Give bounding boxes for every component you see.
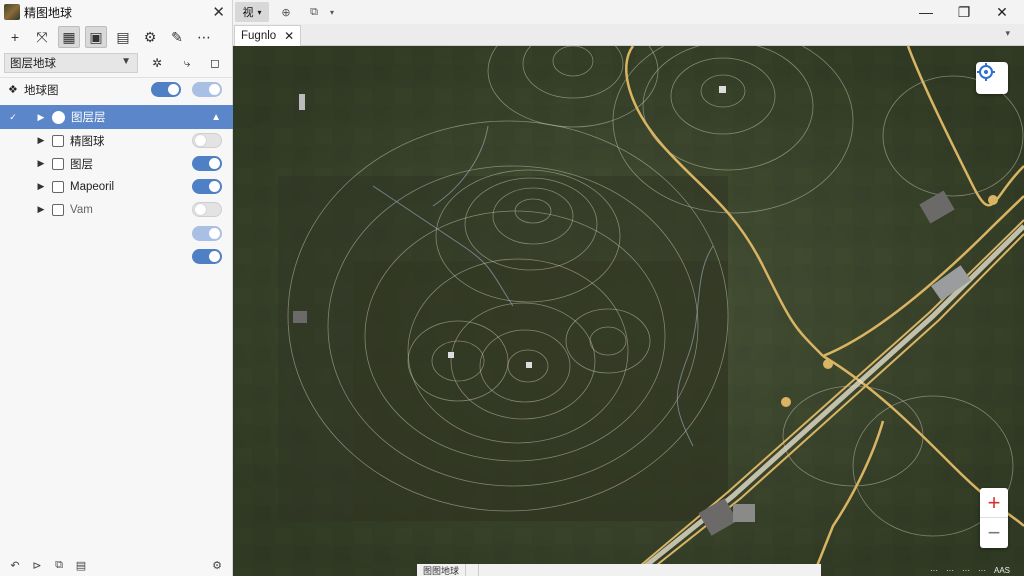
table-icon[interactable]: ▤ [112, 26, 134, 48]
layers-panel: 精图地球 ✕ + ⤧ ▦ ▣ ▤ ⚙ ✎ ⋯ 图层地球 ▼ ✲ ⤷ ◻ ❖ 地球… [0, 0, 233, 576]
zoom-out-button[interactable]: − [980, 518, 1008, 548]
filter-icon[interactable]: ✲ [148, 55, 166, 71]
save-icon[interactable]: ▣ [85, 26, 107, 48]
app-logo-icon [4, 4, 20, 20]
layer-checkbox[interactable] [52, 157, 64, 170]
status-segment [466, 564, 480, 576]
settings-icon[interactable]: ⚙ [208, 557, 226, 573]
tree-item[interactable]: ▶ 精图球 [0, 129, 233, 152]
panel-toolbar: + ⤧ ▦ ▣ ▤ ⚙ ✎ ⋯ [0, 24, 233, 50]
undo-icon[interactable]: ↶ [6, 557, 24, 573]
chevron-up-icon[interactable]: ▲ [211, 112, 221, 123]
copy-icon[interactable]: ⧉ [50, 557, 68, 573]
grid-icon[interactable]: ▦ [58, 26, 80, 48]
minimize-icon[interactable]: — [911, 2, 941, 22]
crosshair-icon[interactable]: ⊕ [277, 2, 295, 22]
tree-item-selected-label: 图层层 [71, 112, 106, 124]
layers-icon: ❖ [8, 84, 18, 96]
layer-select-value: 图层地球 [10, 58, 56, 70]
tree-item-label: 精图球 [70, 135, 105, 148]
close-icon[interactable]: ✕ [212, 3, 225, 21]
tabs-overflow-icon[interactable]: ▾ [1005, 28, 1010, 39]
toggle-root-b[interactable] [192, 82, 222, 97]
attribution-item: ··· [961, 566, 970, 575]
maximize-icon[interactable]: ❐ [949, 2, 979, 22]
layer-checkbox[interactable] [52, 180, 64, 193]
chevron-down-icon: ▾ [257, 7, 262, 17]
tree-item-selected[interactable]: ✓ ▶ 图层层 ▲ [0, 105, 233, 129]
more-icon[interactable]: ⋯ [193, 26, 215, 48]
map-attribution: ··· ··· ··· ··· AAS [922, 566, 1010, 575]
status-segment: 图图地球 [417, 564, 467, 576]
layer-toggle[interactable] [192, 202, 222, 217]
move-icon[interactable]: ⤧ [31, 26, 53, 48]
attribution-item: ··· [977, 566, 986, 575]
document-tabs: Fugnlo ✕ ▾ [233, 24, 1024, 46]
layer-toggle[interactable] [192, 226, 222, 241]
toggle-root-a[interactable] [151, 82, 181, 97]
status-bar: 图图地球 [417, 564, 821, 576]
check-icon: ✓ [9, 111, 17, 122]
expand-caret-icon[interactable]: ▶ [36, 158, 46, 169]
tree-root[interactable]: ❖ 地球图 [0, 78, 233, 101]
chevron-down-icon[interactable]: ▾ [327, 2, 337, 22]
layer-toggle[interactable] [192, 133, 222, 148]
expand-caret-icon[interactable]: ▶ [36, 204, 46, 215]
panel-bottom-toolbar: ↶ ⊳ ⧉ ▤ ⚙ [0, 554, 233, 576]
plus-icon[interactable]: + [4, 26, 26, 48]
settings-icon[interactable]: ⚙ [139, 26, 161, 48]
tab-map[interactable]: Fugnlo ✕ [234, 25, 302, 46]
overlay-tile-inner [353, 261, 728, 521]
tree-item-label: Vam [70, 203, 93, 216]
tree-item-label: 图层 [70, 158, 93, 171]
map-view[interactable]: + − 图图地球 ··· ··· ··· ··· AAS [233, 46, 1024, 576]
edit-icon[interactable]: ✎ [166, 26, 188, 48]
expand-caret-icon[interactable]: ▶ [36, 112, 46, 123]
attribution-item: ··· [945, 566, 954, 575]
layer-checkbox[interactable] [52, 134, 64, 147]
satellite-terrain-map [233, 46, 1024, 576]
layer-toggle[interactable] [192, 249, 222, 264]
square-icon[interactable]: ◻ [206, 55, 224, 71]
play-icon[interactable]: ⊳ [28, 557, 46, 573]
locate-icon [977, 63, 995, 81]
layer-toggle[interactable] [192, 179, 222, 194]
tree-item[interactable]: ▶ Mapeoril [0, 175, 233, 198]
panel-titlebar: 精图地球 ✕ [0, 0, 233, 24]
tab-map-label: Fugnlo [241, 30, 277, 42]
locate-button[interactable] [976, 62, 1008, 94]
layers-icon[interactable]: ⧉ [305, 2, 323, 22]
link-icon[interactable]: ⤷ [178, 55, 196, 71]
close-icon[interactable]: ✕ [284, 29, 294, 43]
tree-root-label: 地球图 [24, 84, 59, 97]
expand-caret-icon[interactable]: ▶ [36, 135, 46, 146]
list-icon[interactable]: ▤ [72, 557, 90, 573]
layer-toggle[interactable] [192, 156, 222, 171]
attribution-item: ··· [929, 566, 938, 575]
layer-checkbox[interactable] [52, 203, 64, 216]
tree-item-label: Mapeoril [70, 180, 115, 193]
app-title: 精图地球 [24, 5, 73, 20]
layer-select-dropdown[interactable]: 图层地球 ▼ [4, 53, 138, 73]
tree-item[interactable]: ▶ Vam [0, 198, 233, 221]
view-tab-label: 视 [242, 7, 254, 19]
zoom-control: + − [980, 488, 1008, 548]
tree-item[interactable]: ▶ 图层 [0, 152, 233, 175]
close-icon[interactable]: ✕ [987, 2, 1017, 22]
window-titlebar: 视 ▾ ⊕ ⧉ ▾ — ❐ ✕ [233, 0, 1024, 24]
expand-caret-icon[interactable]: ▶ [36, 181, 46, 192]
radio-icon[interactable] [52, 110, 65, 124]
status-segment [479, 564, 821, 576]
attribution-item: AAS [993, 566, 1010, 575]
zoom-in-button[interactable]: + [980, 488, 1008, 518]
chevron-down-icon: ▼ [121, 56, 131, 67]
view-tab[interactable]: 视 ▾ [235, 2, 269, 22]
